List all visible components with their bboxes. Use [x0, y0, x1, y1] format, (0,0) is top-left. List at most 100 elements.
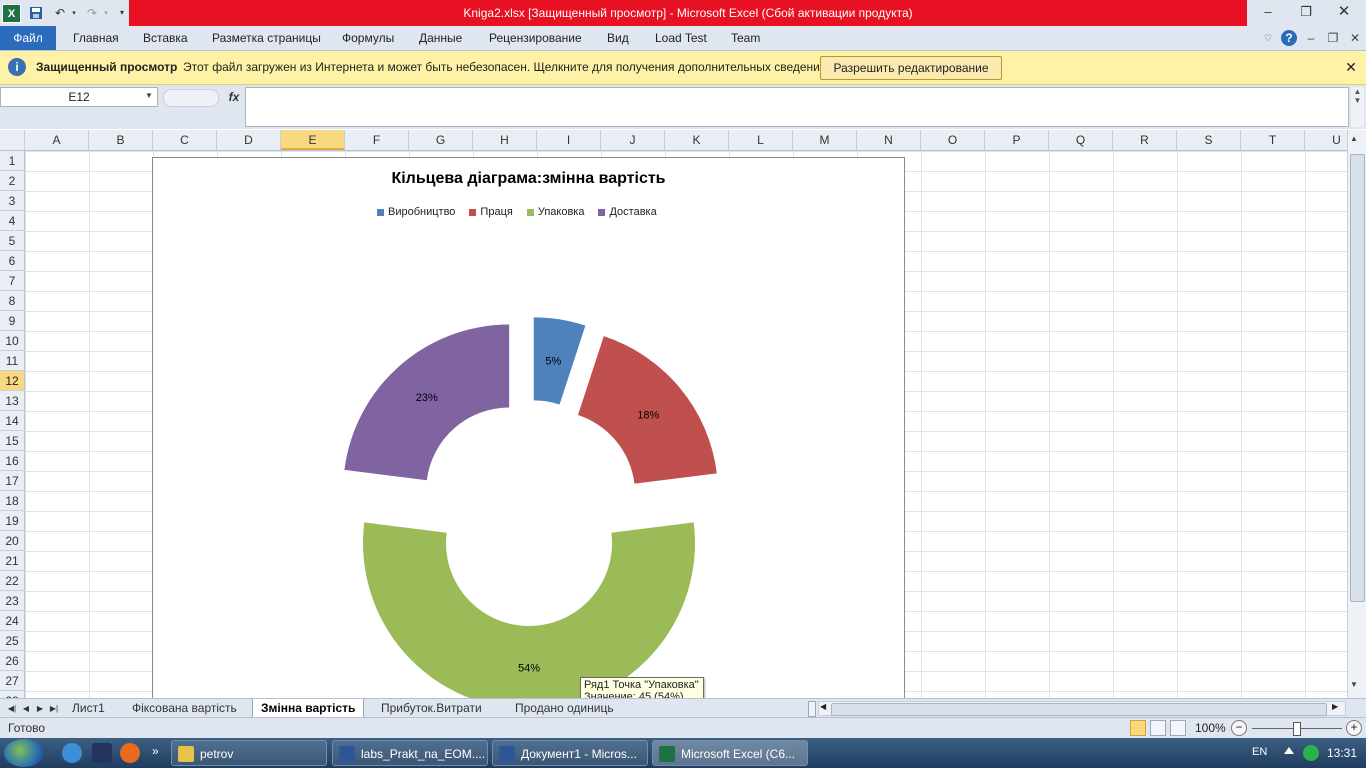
tab-page-layout[interactable]: Разметка страницы	[212, 26, 321, 50]
tab-formulas[interactable]: Формулы	[342, 26, 394, 50]
column-header-b[interactable]: B	[89, 130, 153, 150]
column-header-a[interactable]: A	[25, 130, 89, 150]
row-header-17[interactable]: 17	[0, 471, 25, 491]
internet-explorer-icon[interactable]	[62, 743, 82, 763]
row-header-7[interactable]: 7	[0, 271, 25, 291]
close-bar-icon[interactable]: ✕	[1342, 57, 1360, 77]
row-header-9[interactable]: 9	[0, 311, 25, 331]
row-header-3[interactable]: 3	[0, 191, 25, 211]
vertical-scrollbar[interactable]: ▲ ▼	[1347, 130, 1366, 698]
save-icon[interactable]	[28, 4, 44, 21]
normal-view-button[interactable]	[1130, 720, 1146, 736]
column-header-n[interactable]: N	[857, 130, 921, 150]
scroll-up-icon[interactable]: ▲	[1350, 134, 1358, 143]
formula-bar-resize-handle[interactable]	[163, 89, 219, 107]
tray-app-icon[interactable]	[1303, 745, 1319, 761]
undo-dropdown-icon[interactable]: ▾	[70, 4, 78, 21]
zoom-slider-thumb[interactable]	[1293, 722, 1301, 736]
column-header-j[interactable]: J	[601, 130, 665, 150]
tab-team[interactable]: Team	[731, 26, 760, 50]
row-header-24[interactable]: 24	[0, 611, 25, 631]
tab-insert[interactable]: Вставка	[143, 26, 188, 50]
tab-view[interactable]: Вид	[607, 26, 629, 50]
column-header-e[interactable]: E	[281, 130, 345, 150]
name-box-dropdown-icon[interactable]: ▼	[145, 91, 153, 100]
minimize-icon[interactable]: –	[1257, 3, 1279, 21]
enable-editing-button[interactable]: Разрешить редактирование	[820, 56, 1002, 80]
row-header-13[interactable]: 13	[0, 391, 25, 411]
row-header-2[interactable]: 2	[0, 171, 25, 191]
name-box[interactable]: E12	[0, 87, 158, 107]
scroll-right-icon[interactable]: ▶	[1332, 702, 1338, 711]
column-header-t[interactable]: T	[1241, 130, 1305, 150]
vertical-scroll-thumb[interactable]	[1350, 154, 1365, 602]
workbook-minimize-icon[interactable]: –	[1303, 30, 1319, 46]
column-header-r[interactable]: R	[1113, 130, 1177, 150]
minimize-ribbon-icon[interactable]: ♡	[1260, 30, 1276, 46]
firefox-icon[interactable]	[120, 743, 140, 763]
row-header-18[interactable]: 18	[0, 491, 25, 511]
column-header-f[interactable]: F	[345, 130, 409, 150]
row-header-25[interactable]: 25	[0, 631, 25, 651]
task-petrov[interactable]: petrov	[171, 740, 327, 766]
show-hidden-icons-icon[interactable]	[1284, 747, 1294, 754]
row-header-4[interactable]: 4	[0, 211, 25, 231]
row-header-12[interactable]: 12	[0, 371, 25, 391]
column-header-k[interactable]: K	[665, 130, 729, 150]
tab-load-test[interactable]: Load Test	[655, 26, 707, 50]
protected-view-message[interactable]: Этот файл загружен из Интернета и может …	[183, 60, 830, 74]
tab-review[interactable]: Рецензирование	[489, 26, 582, 50]
undo-icon[interactable]: ↶	[50, 4, 70, 21]
task-excel[interactable]: Microsoft Excel (C6...	[652, 740, 808, 766]
next-sheet-icon[interactable]: ▶	[34, 701, 46, 716]
formula-bar-expand-icon[interactable]: ▲ ▼	[1351, 87, 1364, 127]
row-header-16[interactable]: 16	[0, 451, 25, 471]
column-header-g[interactable]: G	[409, 130, 473, 150]
row-header-20[interactable]: 20	[0, 531, 25, 551]
sheet-tab-list1[interactable]: Лист1	[64, 699, 113, 717]
column-header-u[interactable]: U	[1305, 130, 1347, 150]
prev-sheet-icon[interactable]: ◀	[20, 701, 32, 716]
last-sheet-icon[interactable]: ▶|	[48, 701, 60, 716]
row-header-8[interactable]: 8	[0, 291, 25, 311]
close-window-icon[interactable]: ✕	[1333, 3, 1355, 21]
column-header-q[interactable]: Q	[1049, 130, 1113, 150]
task-labs-doc[interactable]: labs_Prakt_na_EOM....	[332, 740, 488, 766]
row-header-27[interactable]: 27	[0, 671, 25, 691]
help-icon[interactable]: ?	[1281, 30, 1297, 46]
redo-dropdown-icon[interactable]: ▾	[102, 4, 110, 21]
column-header-p[interactable]: P	[985, 130, 1049, 150]
tab-file[interactable]: Файл	[0, 26, 56, 50]
zoom-out-button[interactable]: −	[1231, 720, 1247, 736]
first-sheet-icon[interactable]: ◀|	[6, 701, 18, 716]
row-header-10[interactable]: 10	[0, 331, 25, 351]
column-header-m[interactable]: M	[793, 130, 857, 150]
doughnut-chart[interactable]: Кільцева діаграма:змінна вартість Виробн…	[152, 157, 905, 702]
clock[interactable]: 13:31	[1327, 746, 1357, 760]
row-header-21[interactable]: 21	[0, 551, 25, 571]
app-icon[interactable]	[92, 743, 112, 763]
sheet-tab-units-sold[interactable]: Продано одиниць	[507, 699, 622, 717]
column-header-o[interactable]: O	[921, 130, 985, 150]
chart-plot-area[interactable]: 5% 18% 54% 23%	[153, 158, 904, 701]
row-header-14[interactable]: 14	[0, 411, 25, 431]
row-header-6[interactable]: 6	[0, 251, 25, 271]
column-header-h[interactable]: H	[473, 130, 537, 150]
sheet-tab-profit-costs[interactable]: Прибуток.Витрати	[373, 699, 490, 717]
horizontal-scroll-thumb[interactable]	[831, 703, 1327, 716]
scroll-left-icon[interactable]: ◀	[820, 702, 826, 711]
row-header-26[interactable]: 26	[0, 651, 25, 671]
row-header-15[interactable]: 15	[0, 431, 25, 451]
tab-home[interactable]: Главная	[73, 26, 119, 50]
sheet-tab-variable-cost[interactable]: Змінна вартість	[252, 699, 365, 718]
tab-data[interactable]: Данные	[419, 26, 462, 50]
scroll-down-icon[interactable]: ▼	[1350, 680, 1358, 689]
horizontal-scrollbar[interactable]: ◀ ▶	[818, 701, 1346, 716]
formula-input[interactable]	[245, 87, 1349, 127]
row-header-11[interactable]: 11	[0, 351, 25, 371]
workbook-restore-icon[interactable]: ❐	[1325, 30, 1341, 46]
row-header-19[interactable]: 19	[0, 511, 25, 531]
zoom-level[interactable]: 100%	[1195, 721, 1226, 735]
customize-toolbar-icon[interactable]: ▾	[116, 4, 128, 21]
row-header-28[interactable]: 28	[0, 691, 25, 698]
